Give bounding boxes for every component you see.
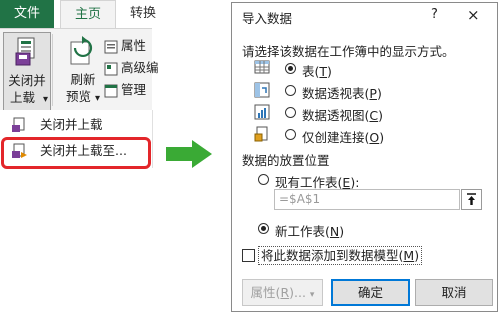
ribbon-divider — [52, 34, 53, 106]
pivottable-icon — [254, 82, 270, 98]
tab-convert[interactable]: 转换 — [122, 0, 170, 28]
radio-existing-sheet[interactable] — [258, 174, 269, 185]
range-select-icon — [467, 193, 476, 205]
advanced-editor-button[interactable]: 高级编 — [104, 58, 159, 78]
advanced-editor-icon — [104, 62, 118, 75]
option-table-label: 表(T) — [302, 64, 332, 79]
close-load-icon — [15, 37, 35, 66]
refresh-icon — [70, 36, 93, 65]
manage-icon — [104, 84, 118, 97]
chevron-down-icon: ▾ — [94, 93, 101, 104]
properties-button[interactable]: 属性(R)... ▾ — [242, 279, 323, 306]
tab-file[interactable]: 文件 — [0, 0, 54, 28]
radio-new-sheet[interactable] — [258, 223, 269, 234]
help-button[interactable]: ? — [431, 7, 438, 22]
pivotchart-icon — [254, 104, 270, 120]
close-button[interactable]: × — [467, 6, 480, 24]
reference-input[interactable]: =$A$1 — [274, 189, 460, 210]
close-load-label-2: 上载 ▾ — [10, 90, 49, 105]
close-load-icon — [12, 117, 25, 132]
radio-pivotchart[interactable] — [285, 107, 296, 118]
properties-icon — [104, 40, 118, 53]
placement-heading: 数据的放置位置 — [242, 153, 330, 168]
properties-ribbon-button[interactable]: 属性 — [104, 36, 146, 56]
add-to-model-checkbox[interactable] — [242, 249, 255, 262]
option-pivotchart-label: 数据透视图(C) — [302, 108, 384, 123]
option-pivottable-label: 数据透视表(P) — [302, 86, 382, 101]
refresh-preview-button[interactable]: 刷新 预览 ▾ — [60, 32, 106, 110]
close-and-load-button[interactable]: 关闭并 上载 ▾ — [3, 32, 51, 112]
radio-table[interactable] — [285, 63, 296, 74]
ok-button[interactable]: 确定 — [331, 279, 410, 306]
chevron-down-icon: ▾ — [309, 290, 315, 300]
manage-button[interactable]: 管理 — [104, 80, 146, 100]
refresh-label-2: 预览 ▾ — [65, 89, 101, 104]
chevron-down-icon: ▾ — [43, 94, 49, 105]
table-icon — [254, 60, 270, 74]
highlight-frame — [1, 137, 151, 169]
tab-home[interactable]: 主页 — [60, 0, 116, 28]
option-connection-label: 仅创建连接(O) — [302, 130, 385, 145]
radio-connection-only[interactable] — [285, 129, 296, 140]
new-sheet-label: 新工作表(N) — [275, 224, 345, 239]
import-data-dialog: 导入数据 ? × 请选择该数据在工作簿中的显示方式。 表(T) 数据透视表(P) — [231, 2, 498, 312]
add-to-model-label[interactable]: 将此数据添加到数据模型(M) — [258, 246, 423, 265]
display-prompt: 请选择该数据在工作簿中的显示方式。 — [242, 44, 455, 59]
radio-pivottable[interactable] — [285, 85, 296, 96]
dialog-title: 导入数据 — [242, 11, 293, 26]
ribbon-tabs: 文件 主页 转换 — [0, 0, 156, 28]
close-load-label-1: 关闭并 — [8, 73, 46, 88]
connection-icon — [254, 126, 268, 142]
collapse-dialog-button[interactable] — [461, 189, 482, 210]
arrow-right-icon — [166, 140, 212, 168]
cancel-button[interactable]: 取消 — [415, 279, 493, 306]
refresh-label-1: 刷新 — [70, 72, 96, 87]
